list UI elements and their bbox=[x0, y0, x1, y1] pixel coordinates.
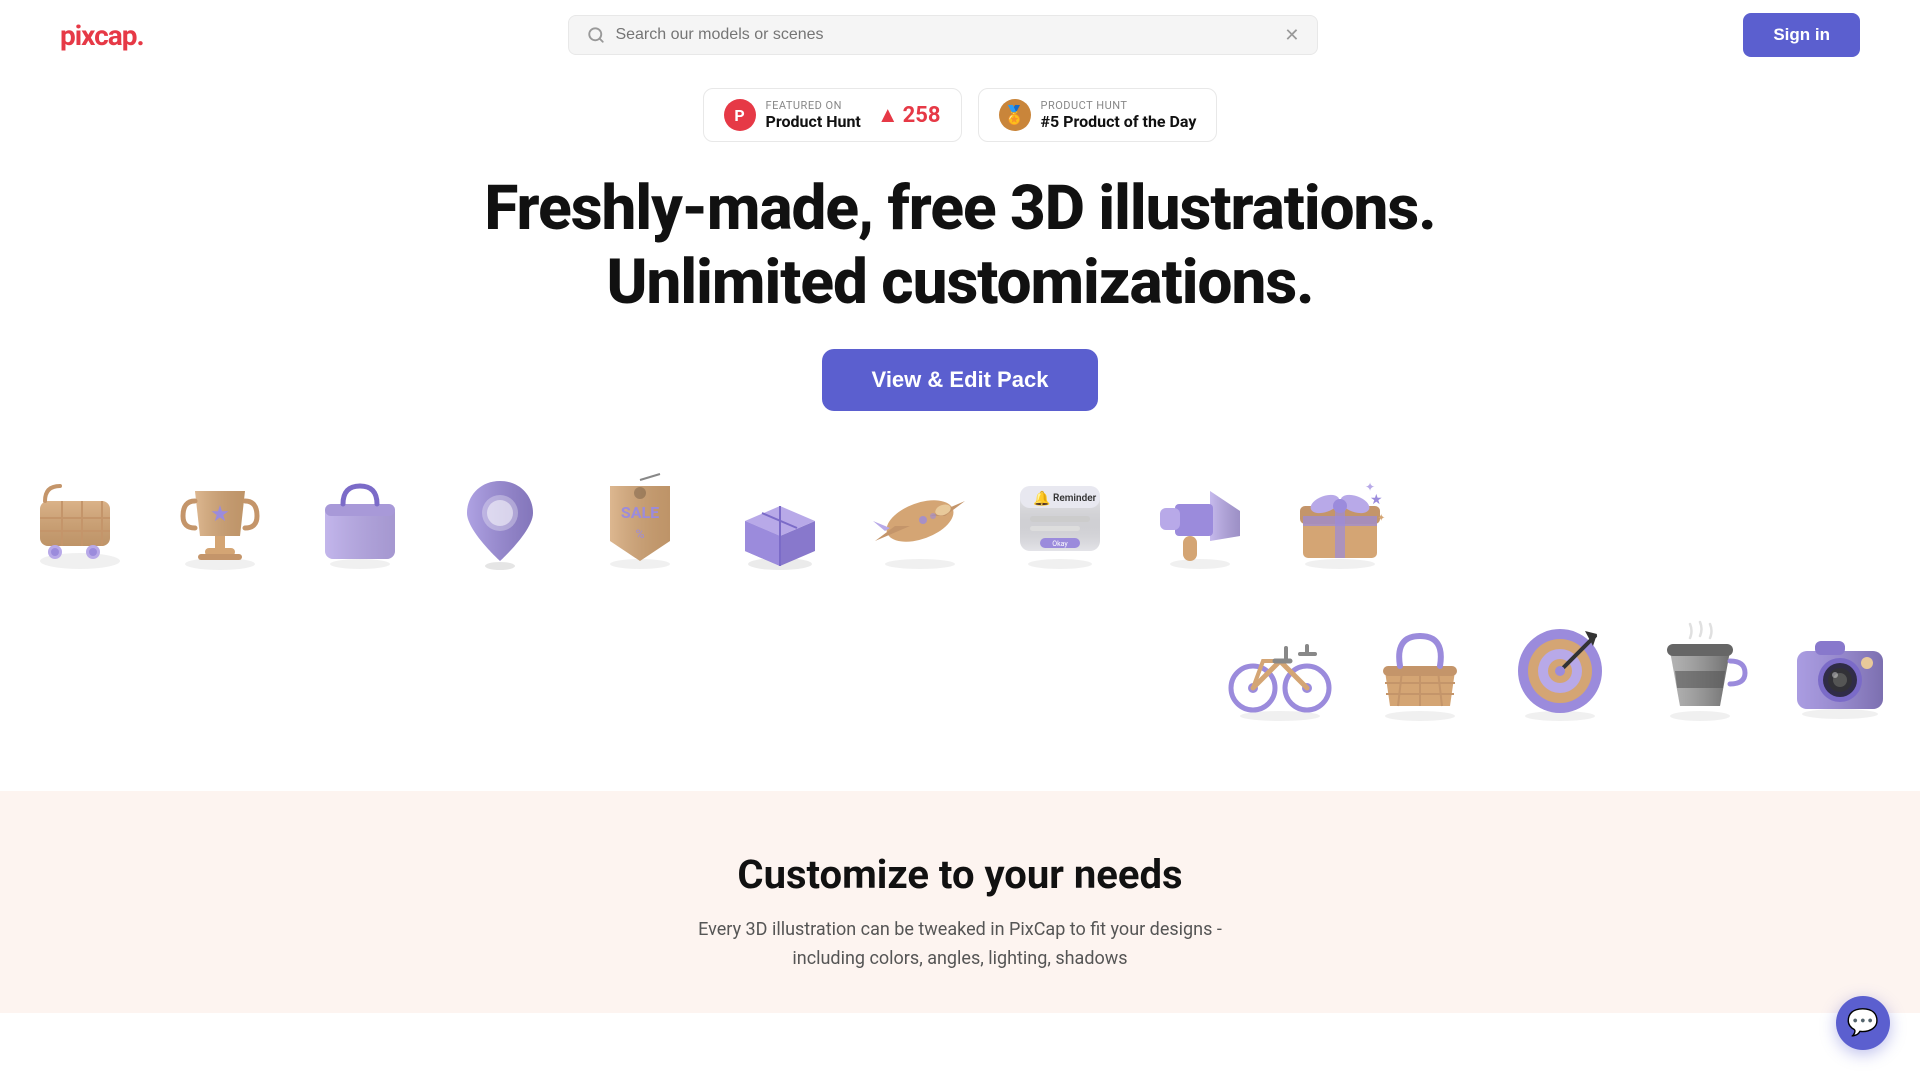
bicycle-icon[interactable] bbox=[1210, 601, 1350, 741]
pd-top-label: PRODUCT HUNT bbox=[1041, 99, 1197, 112]
medal-icon: 🏅 bbox=[999, 99, 1031, 131]
logo-text: pixcap bbox=[60, 19, 136, 52]
badge-main-label: Product Hunt bbox=[766, 112, 861, 131]
icons-row-2 bbox=[0, 591, 1920, 761]
hero-section: Freshly-made, free 3D illustrations. Unl… bbox=[0, 142, 1920, 431]
bottom-heading: Customize to your needs bbox=[0, 851, 1920, 898]
shopping-cart-icon[interactable] bbox=[10, 451, 150, 591]
search-bar[interactable]: ✕ bbox=[568, 15, 1318, 55]
product-hunt-text: FEATURED ON Product Hunt bbox=[766, 99, 861, 131]
badge-count: ▲ 258 bbox=[877, 102, 941, 128]
icons-row-1: ★ bbox=[0, 451, 1920, 591]
signin-button[interactable]: Sign in bbox=[1743, 13, 1860, 57]
header: pixcap. ✕ Sign in bbox=[0, 0, 1920, 70]
svg-text:✦: ✦ bbox=[1377, 513, 1385, 524]
sale-tag-icon[interactable]: SALE % bbox=[570, 451, 710, 591]
badges-row: P FEATURED ON Product Hunt ▲ 258 🏅 PRODU… bbox=[0, 88, 1920, 142]
badge-arrow: ▲ bbox=[877, 102, 899, 128]
reminder-notification-icon[interactable]: 🔔 Reminder Okay bbox=[990, 451, 1130, 591]
search-icon bbox=[587, 26, 605, 44]
megaphone-icon[interactable] bbox=[1130, 451, 1270, 591]
target-icon[interactable] bbox=[1490, 601, 1630, 741]
svg-text:✦: ✦ bbox=[1365, 480, 1375, 494]
shopping-bag-icon[interactable] bbox=[290, 451, 430, 591]
product-hunt-badge[interactable]: P FEATURED ON Product Hunt ▲ 258 bbox=[703, 88, 962, 142]
svg-text:★: ★ bbox=[1370, 492, 1383, 508]
product-of-day-text: PRODUCT HUNT #5 Product of the Day bbox=[1041, 99, 1197, 131]
pd-main-label: #5 Product of the Day bbox=[1041, 112, 1197, 131]
camera-icon[interactable] bbox=[1770, 601, 1910, 741]
svg-text:🔔: 🔔 bbox=[1033, 490, 1050, 507]
badge-number: 258 bbox=[903, 103, 941, 128]
gift-box-icon[interactable]: ★ ✦ ✦ bbox=[1270, 451, 1410, 591]
basket-icon[interactable] bbox=[1350, 601, 1490, 741]
search-clear-button[interactable]: ✕ bbox=[1284, 26, 1299, 44]
box-icon[interactable] bbox=[710, 451, 850, 591]
product-hunt-icon: P bbox=[724, 99, 756, 131]
airplane-icon[interactable] bbox=[850, 451, 990, 591]
icons-section: ★ bbox=[0, 431, 1920, 771]
svg-text:★: ★ bbox=[210, 502, 230, 527]
svg-text:SALE: SALE bbox=[621, 503, 659, 522]
search-input[interactable] bbox=[615, 26, 1274, 44]
chat-icon: 💬 bbox=[1847, 1008, 1879, 1038]
hero-heading: Freshly-made, free 3D illustrations. Unl… bbox=[0, 172, 1920, 321]
svg-text:Okay: Okay bbox=[1052, 540, 1068, 548]
coffee-cup-icon[interactable] bbox=[1630, 601, 1770, 741]
product-of-day-badge[interactable]: 🏅 PRODUCT HUNT #5 Product of the Day bbox=[978, 88, 1218, 142]
bottom-section: Customize to your needs Every 3D illustr… bbox=[0, 791, 1920, 1014]
badge-top-label: FEATURED ON bbox=[766, 99, 861, 112]
logo[interactable]: pixcap. bbox=[60, 19, 144, 52]
hero-line2: Unlimited customizations. bbox=[606, 246, 1313, 319]
svg-text:Reminder: Reminder bbox=[1053, 493, 1097, 504]
trophy-icon[interactable]: ★ bbox=[150, 451, 290, 591]
svg-text:%: % bbox=[636, 527, 645, 541]
logo-dot: . bbox=[136, 19, 143, 52]
cta-button[interactable]: View & Edit Pack bbox=[822, 349, 1099, 411]
bottom-description: Every 3D illustration can be tweaked in … bbox=[660, 916, 1260, 974]
location-pin-icon[interactable] bbox=[430, 451, 570, 591]
chat-bubble-button[interactable]: 💬 bbox=[1836, 996, 1890, 1050]
hero-line1: Freshly-made, free 3D illustrations. bbox=[484, 172, 1435, 245]
